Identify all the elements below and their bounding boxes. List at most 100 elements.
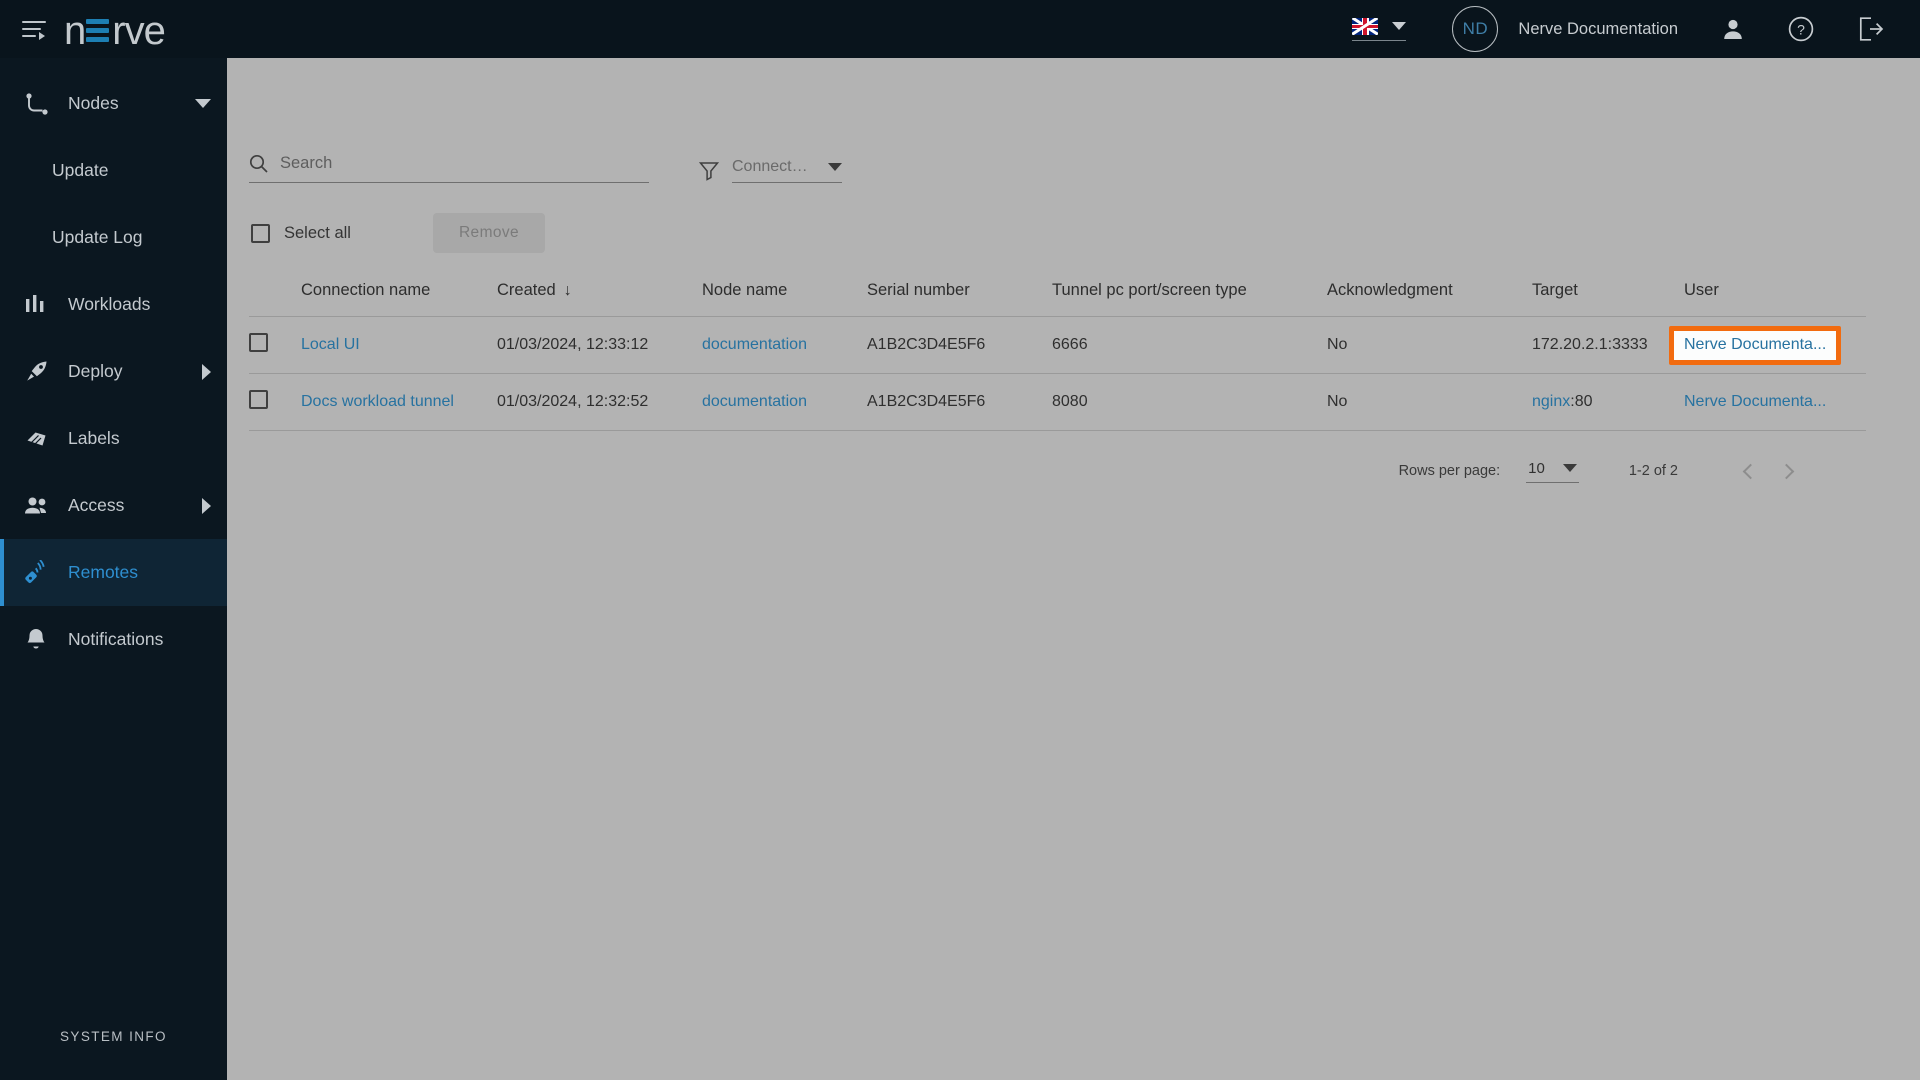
table-header-created[interactable]: Created ↓: [497, 281, 702, 317]
nodes-icon: [24, 91, 54, 117]
app-root: n rve ND Nerve Documentation ? Nodes Upd…: [0, 0, 1920, 1080]
connection-name-link[interactable]: Local UI: [301, 336, 360, 353]
table-header-tunnel-port[interactable]: Tunnel pc port/screen type: [1052, 281, 1327, 317]
sidebar-item-label: Labels: [68, 428, 120, 448]
table-header-created-label: Created: [497, 281, 556, 299]
table-header-checkbox: [249, 281, 301, 317]
connections-table: Connection name Created ↓ Node name Seria…: [249, 281, 1866, 431]
sidebar-item-label: Update: [52, 160, 109, 180]
rows-per-page-select[interactable]: 10: [1526, 460, 1579, 483]
sidebar-item-nodes[interactable]: Nodes: [0, 70, 227, 137]
toolbar: Connection: [227, 58, 1920, 183]
sidebar-item-label: Access: [68, 495, 125, 515]
table-row[interactable]: Local UI 01/03/2024, 12:33:12 documentat…: [249, 316, 1866, 374]
main-content: Connection Select all Remove Connection …: [227, 58, 1920, 1080]
table-header-user[interactable]: User: [1684, 281, 1866, 317]
user-link[interactable]: Nerve Documenta...: [1684, 393, 1826, 410]
rows-per-page-label: Rows per page:: [1398, 463, 1501, 479]
users-icon: [24, 495, 54, 517]
acknowledgment-cell: No: [1327, 373, 1532, 431]
connections-table-area: Connection name Created ↓ Node name Seria…: [227, 253, 1920, 489]
sort-desc-icon: ↓: [563, 282, 572, 299]
sidebar-item-label: Nodes: [68, 93, 119, 113]
row-checkbox[interactable]: [249, 390, 268, 409]
pagination: Rows per page: 10 1-2 of 2: [249, 431, 1866, 489]
logo-text-right: rve: [112, 9, 166, 53]
avatar[interactable]: ND: [1452, 6, 1499, 52]
logout-icon[interactable]: [1858, 16, 1884, 42]
person-icon[interactable]: [1722, 17, 1744, 41]
row-checkbox-cell: [249, 316, 301, 374]
target-workload-link[interactable]: nginx: [1532, 393, 1570, 410]
created-cell: 01/03/2024, 12:32:52: [497, 373, 702, 431]
user-highlight-box: Nerve Documenta...: [1669, 326, 1842, 365]
sidebar-item-label: Notifications: [68, 629, 164, 649]
sidebar: Nodes Update Update Log Workloads Deploy…: [0, 58, 227, 1080]
select-all-checkbox[interactable]: [251, 223, 270, 243]
table-header-serial-number[interactable]: Serial number: [867, 281, 1052, 317]
prev-page-button[interactable]: [1732, 453, 1768, 489]
chevron-down-icon: [1562, 464, 1577, 472]
sidebar-item-workloads[interactable]: Workloads: [0, 271, 227, 338]
created-cell: 01/03/2024, 12:33:12: [497, 316, 702, 374]
uk-flag-icon: [1352, 17, 1379, 35]
chevron-right-icon: [202, 497, 211, 514]
sidebar-item-label: Workloads: [68, 294, 151, 314]
serial-number-cell: A1B2C3D4E5F6: [867, 373, 1052, 431]
sidebar-item-access[interactable]: Access: [0, 472, 227, 539]
remove-button[interactable]: Remove: [432, 213, 546, 253]
connection-name-link[interactable]: Docs workload tunnel: [301, 393, 454, 410]
language-selector[interactable]: [1352, 17, 1407, 41]
search-icon: [249, 154, 268, 173]
acknowledgment-cell: No: [1327, 316, 1532, 374]
avatar-initials: ND: [1462, 19, 1489, 38]
sidebar-item-label: Remotes: [68, 562, 139, 582]
user-link[interactable]: Nerve Documenta...: [1684, 336, 1826, 353]
filter-label: Connection: [732, 158, 810, 175]
target-port-text: :80: [1570, 393, 1593, 410]
table-header-target[interactable]: Target: [1532, 281, 1684, 317]
sidebar-item-labels[interactable]: Labels: [0, 405, 227, 472]
header-right-group: ND Nerve Documentation ?: [1352, 6, 1920, 52]
filter-icon[interactable]: [699, 161, 719, 181]
table-row[interactable]: Docs workload tunnel 01/03/2024, 12:32:5…: [249, 373, 1866, 431]
sidebar-item-update-log[interactable]: Update Log: [0, 204, 227, 271]
table-header-connection-name[interactable]: Connection name: [301, 281, 497, 317]
help-circle-icon[interactable]: ?: [1788, 16, 1814, 42]
user-cell: Nerve Documenta...: [1684, 373, 1866, 431]
table-body: Local UI 01/03/2024, 12:33:12 documentat…: [249, 316, 1866, 431]
rows-per-page-value: 10: [1528, 459, 1545, 477]
row-checkbox[interactable]: [249, 333, 268, 352]
table-header-node-name[interactable]: Node name: [702, 281, 867, 317]
tag-icon: [24, 426, 54, 452]
target-cell: 172.20.2.1:3333: [1532, 316, 1684, 374]
system-info-link[interactable]: SYSTEM INFO: [0, 1029, 227, 1080]
search-field[interactable]: [249, 154, 649, 183]
nerve-logo: n rve: [64, 9, 166, 53]
row-checkbox-cell: [249, 373, 301, 431]
search-input[interactable]: [280, 154, 649, 173]
sidebar-item-deploy[interactable]: Deploy: [0, 338, 227, 405]
select-all-label: Select all: [284, 223, 351, 242]
logo-text-left: n: [64, 9, 86, 53]
sidebar-item-remotes[interactable]: Remotes: [0, 539, 227, 606]
sidebar-item-update[interactable]: Update: [0, 137, 227, 204]
tunnel-port-cell: 8080: [1052, 373, 1327, 431]
next-page-button[interactable]: [1768, 453, 1804, 489]
app-header: n rve ND Nerve Documentation ?: [0, 0, 1920, 58]
sidebar-item-notifications[interactable]: Notifications: [0, 606, 227, 673]
chevron-down-icon: [1392, 22, 1407, 30]
hamburger-icon[interactable]: [22, 18, 48, 40]
chevron-right-icon: [202, 363, 211, 380]
user-cell: Nerve Documenta...: [1669, 316, 1866, 374]
table-head: Connection name Created ↓ Node name Seria…: [249, 281, 1866, 317]
node-name-link[interactable]: documentation: [702, 336, 807, 353]
pagination-range: 1-2 of 2: [1628, 463, 1678, 479]
node-name-link[interactable]: documentation: [702, 393, 807, 410]
target-cell: nginx:80: [1532, 373, 1684, 431]
remote-icon: [24, 559, 54, 586]
header-user-name: Nerve Documentation: [1518, 19, 1678, 38]
connection-type-filter[interactable]: Connection: [732, 158, 842, 183]
table-header-acknowledgment[interactable]: Acknowledgment: [1327, 281, 1532, 317]
svg-text:?: ?: [1797, 21, 1805, 37]
